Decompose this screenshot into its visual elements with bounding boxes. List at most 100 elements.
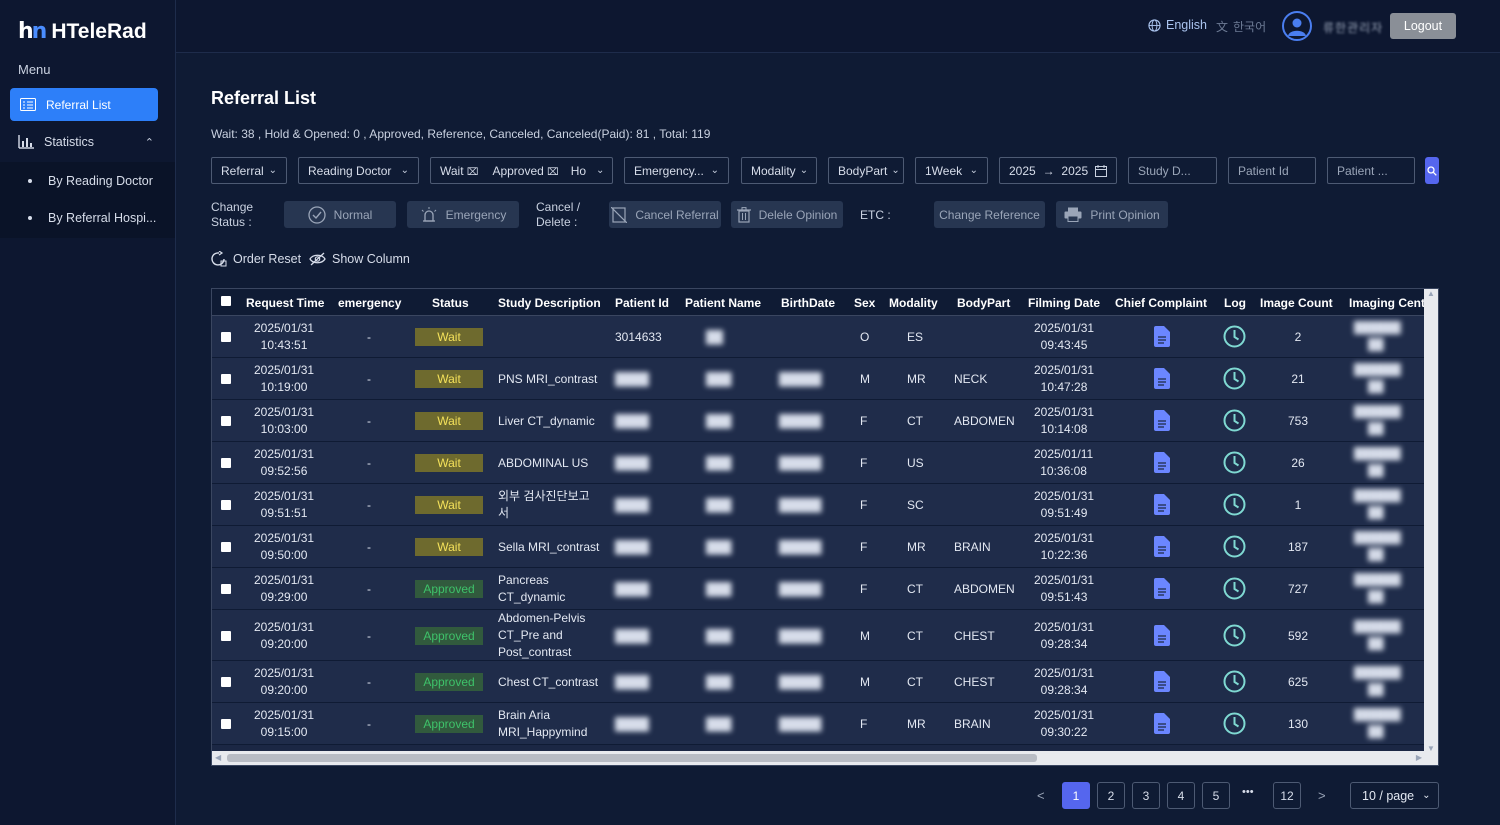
clock-icon[interactable] bbox=[1223, 535, 1246, 563]
clock-icon[interactable] bbox=[1223, 325, 1246, 353]
row-checkbox[interactable] bbox=[221, 458, 231, 468]
more-pages-button[interactable]: ••• bbox=[1242, 786, 1254, 798]
table-row[interactable]: 2025/01/31 10:03:00 - Wait Liver CT_dynamic █… bbox=[212, 400, 1426, 442]
close-icon[interactable]: ⌧ bbox=[547, 167, 559, 178]
column-header[interactable]: Patient Name bbox=[685, 296, 761, 310]
column-header[interactable]: Sex bbox=[854, 296, 875, 310]
arrow-left-icon[interactable]: ◀ bbox=[215, 753, 221, 762]
page-1-button[interactable]: 1 bbox=[1062, 782, 1090, 809]
emergency-select[interactable]: Emergency... ⌄ bbox=[624, 157, 729, 184]
document-icon[interactable] bbox=[1154, 713, 1170, 739]
sidebar-subitem-by-reading-doctor[interactable]: By Reading Doctor bbox=[28, 174, 153, 188]
table-row[interactable]: 2025/01/31 09:20:00 - Approved Abdomen-Pelvi… bbox=[212, 610, 1426, 661]
avatar[interactable] bbox=[1282, 11, 1312, 41]
status-tag-wait[interactable]: Wait ⌧ bbox=[440, 164, 478, 178]
normal-button[interactable]: Normal bbox=[284, 201, 396, 228]
clock-icon[interactable] bbox=[1223, 493, 1246, 521]
prev-page-button[interactable]: < bbox=[1037, 788, 1045, 803]
row-checkbox[interactable] bbox=[221, 374, 231, 384]
document-icon[interactable] bbox=[1154, 536, 1170, 562]
clock-icon[interactable] bbox=[1223, 624, 1246, 652]
language-english[interactable]: English bbox=[1148, 18, 1207, 32]
date-range-picker[interactable]: 2025 → 2025 bbox=[999, 157, 1117, 184]
change-reference-button[interactable]: Change Reference bbox=[934, 201, 1045, 228]
document-icon[interactable] bbox=[1154, 578, 1170, 604]
delete-opinion-button[interactable]: Delele Opinion bbox=[731, 201, 843, 228]
print-opinion-button[interactable]: Print Opinion bbox=[1056, 201, 1168, 228]
column-header[interactable]: BodyPart bbox=[957, 296, 1010, 310]
date-to[interactable]: 2025 bbox=[1061, 164, 1088, 178]
table-row[interactable]: 2025/01/31 09:52:56- Wait ABDOMINAL US ████ █… bbox=[212, 442, 1426, 484]
page-4-button[interactable]: 4 bbox=[1167, 782, 1195, 809]
sidebar-item-referral-list[interactable]: Referral List bbox=[10, 88, 158, 121]
table-row[interactable]: 2025/01/31 10:19:00 - Wait PNS MRI_contrast █… bbox=[212, 358, 1426, 400]
table-row[interactable]: 2025/01/31 09:51:51- Wait 외부 검사진단보고 서 ████ ███… bbox=[212, 484, 1426, 526]
row-checkbox[interactable] bbox=[221, 332, 231, 342]
reading-doctor-select[interactable]: Reading Doctor ⌄ bbox=[298, 157, 419, 184]
row-checkbox[interactable] bbox=[221, 719, 231, 729]
status-tag-approved[interactable]: Approved ⌧ bbox=[492, 164, 558, 178]
document-icon[interactable] bbox=[1154, 624, 1170, 651]
clock-icon[interactable] bbox=[1223, 409, 1246, 437]
status-multiselect[interactable]: Wait ⌧ Approved ⌧ Ho ⌄ bbox=[430, 157, 613, 184]
clock-icon[interactable] bbox=[1223, 577, 1246, 605]
column-header[interactable]: Modality bbox=[889, 296, 938, 310]
row-checkbox[interactable] bbox=[221, 677, 231, 687]
table-row[interactable]: 2025/01/31 09:29:00 - Approved Pancreas CT_dy… bbox=[212, 568, 1426, 610]
bodypart-select[interactable]: BodyPart ⌄ bbox=[828, 157, 904, 184]
column-header[interactable]: emergency bbox=[338, 296, 401, 310]
page-2-button[interactable]: 2 bbox=[1097, 782, 1125, 809]
patient-name-input[interactable]: Patient ... bbox=[1327, 157, 1415, 184]
table-row[interactable]: 2025/01/31 10:43:51 - Wait 3014633 ██ O ES 2025/… bbox=[212, 316, 1426, 358]
row-checkbox[interactable] bbox=[221, 630, 231, 641]
table-row[interactable]: 2025/01/31 09:15:00 - Approved Brain Aria MRI… bbox=[212, 703, 1426, 745]
horizontal-scrollbar[interactable]: ◀ ▶ bbox=[212, 751, 1438, 765]
document-icon[interactable] bbox=[1154, 452, 1170, 478]
patient-id-input[interactable]: Patient Id bbox=[1228, 157, 1316, 184]
arrow-up-icon[interactable]: ▲ bbox=[1427, 289, 1435, 298]
row-checkbox[interactable] bbox=[221, 500, 231, 510]
column-header[interactable]: Filming Date bbox=[1028, 296, 1100, 310]
scrollbar-thumb[interactable] bbox=[227, 754, 1037, 762]
clock-icon[interactable] bbox=[1223, 712, 1246, 740]
sidebar-item-statistics[interactable]: Statistics ⌃ bbox=[10, 126, 158, 158]
column-header[interactable]: Request Time bbox=[246, 296, 324, 310]
select-all-checkbox[interactable] bbox=[221, 296, 231, 306]
column-header[interactable]: Image Count bbox=[1260, 296, 1333, 310]
show-column-button[interactable]: Show Column bbox=[309, 252, 410, 266]
clock-icon[interactable] bbox=[1223, 670, 1246, 698]
document-icon[interactable] bbox=[1154, 671, 1170, 697]
order-reset-button[interactable]: Order Reset bbox=[211, 251, 301, 267]
page-last-button[interactable]: 12 bbox=[1273, 782, 1301, 809]
logout-button[interactable]: Logout bbox=[1390, 13, 1456, 39]
period-select[interactable]: 1Week ⌄ bbox=[915, 157, 988, 184]
modality-select[interactable]: Modality ⌄ bbox=[741, 157, 817, 184]
column-header[interactable]: Study Description bbox=[498, 296, 601, 310]
column-header[interactable]: Status bbox=[432, 296, 469, 310]
document-icon[interactable] bbox=[1154, 368, 1170, 394]
column-header[interactable]: Patient Id bbox=[615, 296, 669, 310]
column-header[interactable]: BirthDate bbox=[781, 296, 835, 310]
emergency-button[interactable]: Emergency bbox=[407, 201, 519, 228]
sidebar-subitem-by-referral-hospital[interactable]: By Referral Hospi... bbox=[28, 211, 156, 225]
next-page-button[interactable]: > bbox=[1318, 788, 1326, 803]
document-icon[interactable] bbox=[1154, 494, 1170, 520]
document-icon[interactable] bbox=[1154, 410, 1170, 436]
clock-icon[interactable] bbox=[1223, 367, 1246, 395]
document-icon[interactable] bbox=[1154, 326, 1170, 352]
language-korean[interactable]: 文 한국어 bbox=[1216, 18, 1266, 35]
date-from[interactable]: 2025 bbox=[1009, 164, 1036, 178]
study-description-input[interactable]: Study D... bbox=[1128, 157, 1217, 184]
app-logo[interactable]: hn HTeleRad bbox=[18, 19, 147, 44]
page-3-button[interactable]: 3 bbox=[1132, 782, 1160, 809]
clock-icon[interactable] bbox=[1223, 451, 1246, 479]
close-icon[interactable]: ⌧ bbox=[467, 167, 479, 178]
page-5-button[interactable]: 5 bbox=[1202, 782, 1230, 809]
row-checkbox[interactable] bbox=[221, 584, 231, 594]
cancel-referral-button[interactable]: Cancel Referral bbox=[609, 201, 721, 228]
vertical-scrollbar[interactable]: ▲ ▼ bbox=[1424, 289, 1438, 753]
column-header[interactable]: Chief Complaint bbox=[1115, 296, 1207, 310]
row-checkbox[interactable] bbox=[221, 416, 231, 426]
table-row[interactable]: 2025/01/31 09:50:00 - Wait Sella MRI_contras… bbox=[212, 526, 1426, 568]
table-row[interactable]: 2025/01/31 09:20:00 - Approved Chest CT_cont… bbox=[212, 661, 1426, 703]
